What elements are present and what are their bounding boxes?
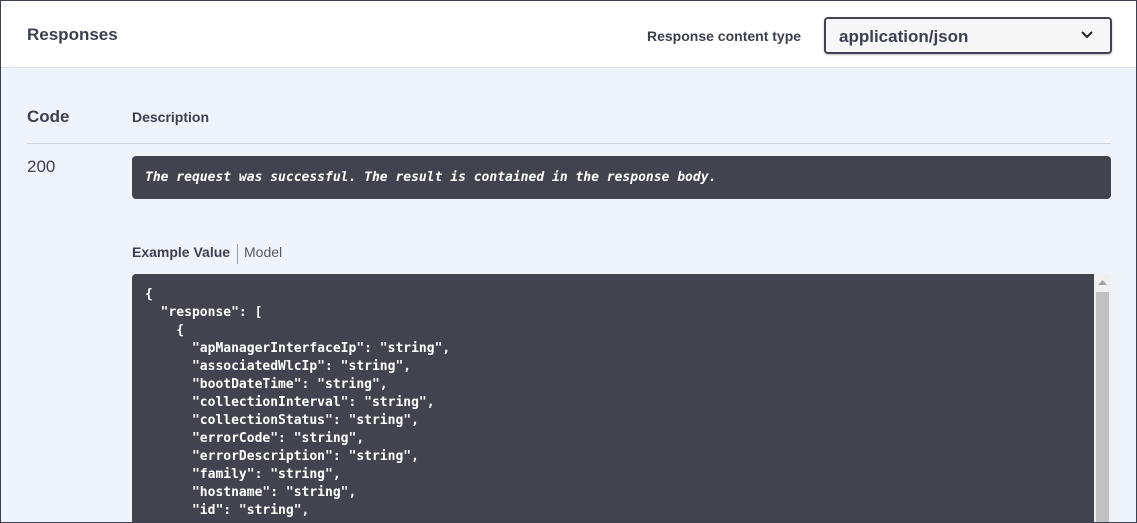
scroll-thumb[interactable] [1096,292,1109,522]
content-type-select[interactable]: application/json [824,17,1112,54]
example-json-code: { "response": [ { "apManagerInterfaceIp"… [145,287,451,518]
response-description: The request was successful. The result i… [145,170,717,185]
arrow-up-icon [1098,280,1107,285]
responses-title: Responses [27,25,118,44]
tab-model[interactable]: Model [244,244,282,260]
table-divider [27,143,1111,144]
content-type-label: Response content type [647,28,802,44]
responses-panel: Responses Response content type applicat… [0,0,1137,523]
content-type-value: application/json [839,27,969,46]
json-scrollbar[interactable] [1094,274,1111,522]
tab-example-value[interactable]: Example Value [132,244,230,260]
tab-separator [237,244,238,264]
responses-header: Responses Response content type applicat… [1,1,1136,68]
chevron-down-icon [1081,31,1093,39]
example-json-box: { "response": [ { "apManagerInterfaceIp"… [132,274,1111,522]
code-column-header: Code [27,107,70,126]
response-description-box: The request was successful. The result i… [132,156,1111,199]
description-column-header: Description [132,109,210,125]
response-code: 200 [27,157,56,176]
scroll-up-button[interactable] [1094,274,1111,291]
